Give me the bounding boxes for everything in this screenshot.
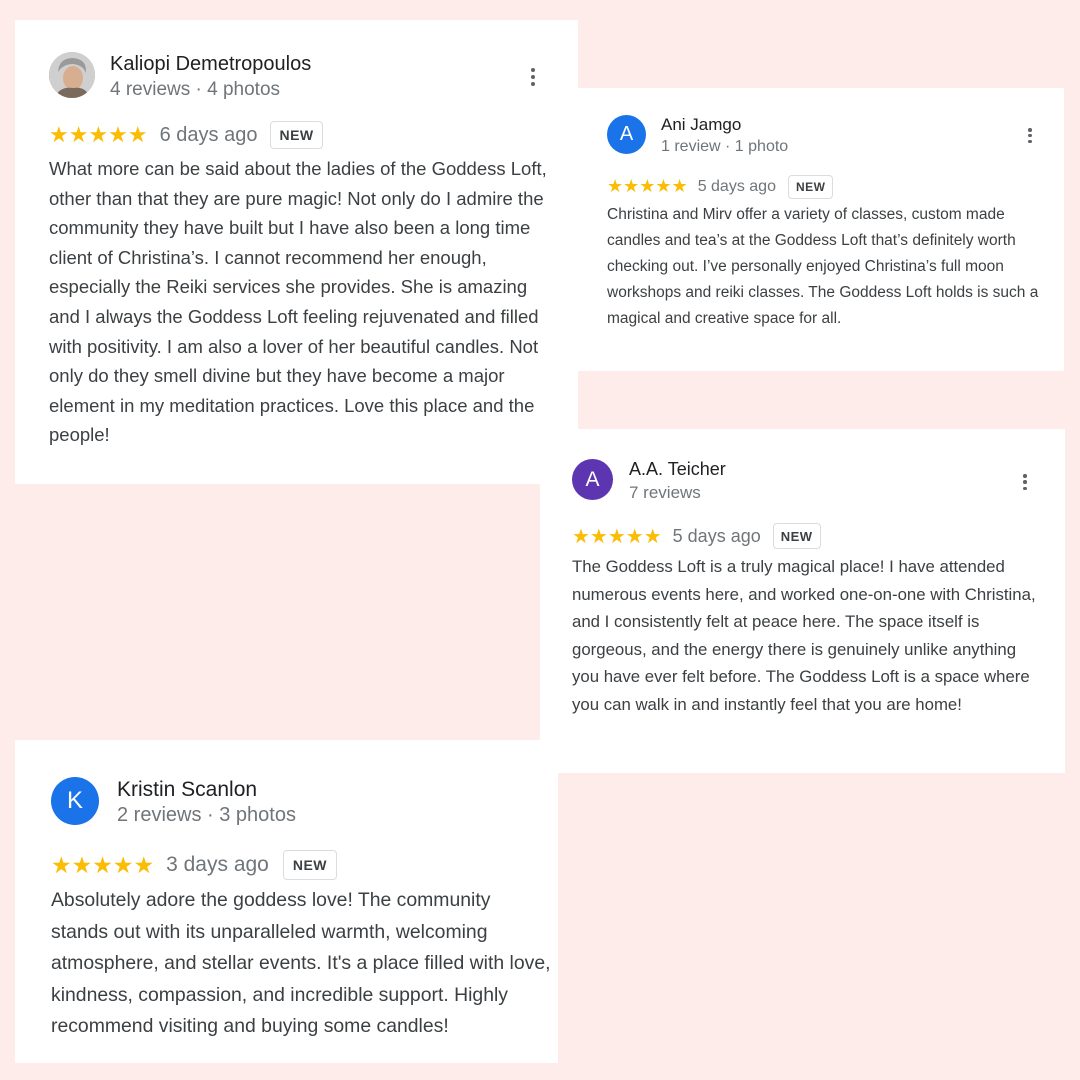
reviewer-meta[interactable]: 4 reviews · 4 photos (110, 79, 280, 101)
rating-row: ★★★★★ 6 days ago NEW (49, 120, 323, 150)
review-text: The Goddess Loft is a truly magical plac… (572, 557, 1036, 714)
new-badge: NEW (772, 523, 821, 549)
reviewer-meta[interactable]: 7 reviews (629, 483, 701, 503)
new-badge: NEW (270, 121, 323, 149)
reviewer-meta[interactable]: 2 reviews · 3 photos (117, 804, 296, 827)
reviewer-name[interactable]: Kristin Scanlon (117, 778, 257, 802)
review-card-kristin: K Kristin Scanlon 2 reviews · 3 photos ★… (15, 740, 558, 1063)
avatar[interactable]: A (572, 459, 613, 500)
more-options-icon[interactable] (1027, 128, 1033, 143)
review-text: What more can be said about the ladies o… (49, 158, 547, 446)
more-options-icon[interactable] (1022, 474, 1028, 490)
review-date: 3 days ago (166, 853, 269, 876)
review-text: Absolutely adore the goddess love! The c… (51, 889, 551, 1038)
review-card-kaliopi: Kaliopi Demetropoulos 4 reviews · 4 phot… (15, 20, 578, 484)
avatar-initial: K (66, 787, 83, 814)
reviewer-name[interactable]: Kaliopi Demetropoulos (110, 53, 311, 76)
avatar-initial: A (619, 123, 634, 145)
star-rating: ★★★★★ (607, 176, 688, 196)
new-badge: NEW (282, 850, 338, 880)
review-card-ani: A Ani Jamgo 1 review · 1 photo ★★★★★ 5 d… (578, 88, 1064, 371)
avatar[interactable]: K (51, 777, 99, 825)
review-date: 5 days ago (697, 177, 776, 195)
profile-photo-icon (49, 52, 95, 98)
star-rating: ★★★★★ (572, 525, 662, 548)
review-date: 6 days ago (159, 123, 258, 146)
review-date: 5 days ago (672, 525, 761, 546)
rating-row: ★★★★★ 5 days ago NEW (607, 174, 834, 199)
reviewer-name[interactable]: A.A. Teicher (629, 459, 726, 480)
review-card-teicher: A A.A. Teicher 7 reviews ★★★★★ 5 days ag… (540, 429, 1065, 773)
avatar-initial: A (585, 467, 600, 491)
star-rating: ★★★★★ (49, 122, 148, 147)
rating-row: ★★★★★ 3 days ago NEW (51, 849, 338, 881)
avatar[interactable] (49, 52, 95, 98)
rating-row: ★★★★★ 5 days ago NEW (572, 522, 821, 550)
review-text: Christina and Mirv offer a variety of cl… (607, 206, 1039, 327)
avatar[interactable]: A (607, 115, 646, 154)
star-rating: ★★★★★ (51, 851, 155, 878)
more-options-icon[interactable] (529, 68, 537, 86)
reviewer-name[interactable]: Ani Jamgo (661, 115, 741, 135)
reviewer-meta[interactable]: 1 review · 1 photo (661, 138, 788, 156)
new-badge: NEW (787, 174, 834, 199)
